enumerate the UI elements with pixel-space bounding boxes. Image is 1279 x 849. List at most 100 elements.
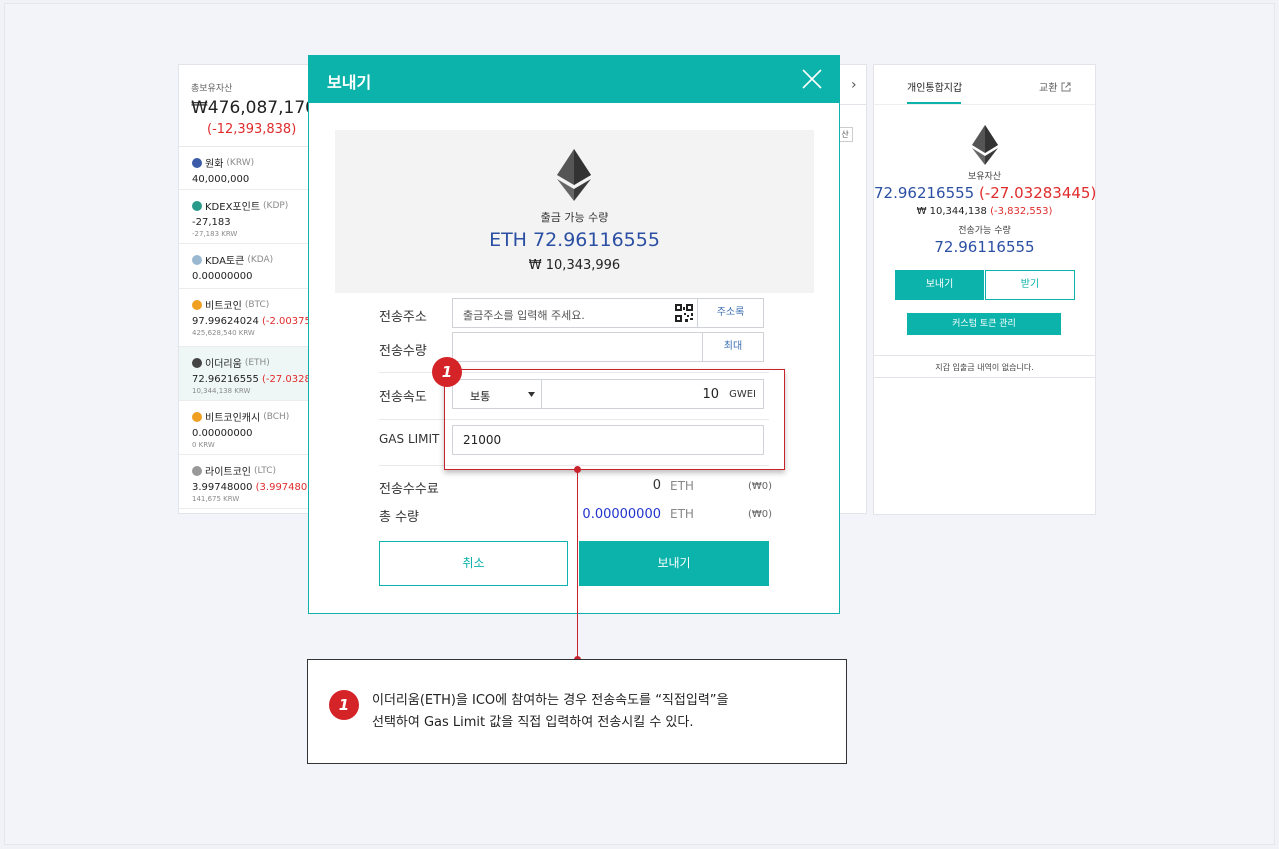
asset-list-panel: 총보유자산 ₩476,087,170 (-12,393,838) 원화 (KRW)… <box>178 64 313 514</box>
cancel-button[interactable]: 취소 <box>379 541 568 586</box>
coin-balance-value: 0.00000000 <box>192 271 253 282</box>
coin-icon <box>192 299 202 310</box>
coin-name: 비트코인캐시 (BCH) <box>192 409 312 424</box>
divider <box>874 355 1095 356</box>
coin-name: 비트코인 (BTC) <box>192 297 312 312</box>
address-book-button[interactable]: 주소록 <box>697 298 764 328</box>
send-modal: 보내기 출금 가능 수량 ETH 72.96116555 ₩ 10,343,99… <box>308 55 840 614</box>
coin-row[interactable]: KDEX포인트 (KDP) -27,183 -27,183 KRW <box>179 190 312 244</box>
coin-code: (KDA) <box>247 254 274 265</box>
coin-code: (ETH) <box>244 357 270 368</box>
coin-row[interactable]: KDA토큰 (KDA) 0.00000000 <box>179 244 312 289</box>
coin-name-label: 이더리움 <box>205 359 242 370</box>
total-value: 0.00000000 <box>582 507 661 522</box>
gas-settings-highlight <box>444 369 785 470</box>
coin-name-label: KDEX포인트 <box>205 202 261 213</box>
coin-name: 이더리움 (ETH) <box>192 355 312 370</box>
coin-krw-value: 0 KRW <box>192 441 215 449</box>
external-link-icon <box>1061 82 1071 92</box>
coin-balance-value: -27,183 <box>192 217 231 228</box>
holdings-label: 보유자산 <box>967 172 1002 182</box>
coin-balance: -27,183 <box>192 217 312 228</box>
holdings-amount-value: 72.96216555 <box>874 184 975 202</box>
coin-balance: 40,000,000 <box>192 174 312 185</box>
coin-krw-value: 10,344,138 KRW <box>192 387 251 395</box>
coin-balance-delta: (3.997480 <box>255 482 308 493</box>
coin-balance: 72.96216555 (-27.03283 <box>192 374 312 385</box>
total-label: 총 수량 <box>379 510 420 525</box>
coin-icon <box>192 357 202 368</box>
annotation-note: 1 이더리움(ETH)을 ICO에 참여하는 경우 전송속도를 “직접입력”을 … <box>307 659 847 764</box>
close-icon[interactable] <box>801 68 823 90</box>
coin-row[interactable]: 원화 (KRW) 40,000,000 <box>179 147 312 190</box>
coin-row[interactable]: 이더리움클래식(ETC) <box>179 509 312 513</box>
annotation-connector <box>577 470 578 660</box>
custom-token-button[interactable]: 커스텀 토큰 관리 <box>907 313 1061 335</box>
send-button[interactable]: 보내기 <box>579 541 769 586</box>
coin-balance: 97.99624024 (-2.003759 <box>192 316 312 327</box>
available-label: 출금 가능 수량 <box>540 211 609 224</box>
available-krw: ₩ 10,343,996 <box>528 258 621 273</box>
coin-name-label: 라이트코인 <box>205 467 251 478</box>
coin-row[interactable]: 라이트코인 (LTC) 3.99748000 (3.997480 141,675 KR… <box>179 455 312 509</box>
coin-krw-value: -27,183 KRW <box>192 230 238 238</box>
coin-icon <box>192 465 202 476</box>
address-label: 전송주소 <box>379 310 427 325</box>
speed-label: 전송속도 <box>379 390 427 405</box>
amount-input[interactable] <box>452 332 703 362</box>
fee-label: 전송수수료 <box>379 482 439 497</box>
ethereum-logo-icon <box>557 149 591 201</box>
holdings-amount: 72.96216555 (-27.03283445) <box>874 184 1097 202</box>
coin-name-label: 비트코인캐시 <box>205 413 261 424</box>
coin-balance-delta: (-2.003759 <box>262 316 312 327</box>
total-assets-value: ₩476,087,170 <box>191 98 313 118</box>
connector-dot-top <box>574 466 581 473</box>
coin-balance-value: 3.99748000 <box>192 482 253 493</box>
address-placeholder: 출금주소를 입력해 주세요. <box>463 309 585 322</box>
divider <box>874 377 1095 378</box>
coin-code: (KRW) <box>226 157 255 168</box>
coin-icon <box>192 254 202 265</box>
coin-balance-value: 40,000,000 <box>192 174 250 185</box>
coin-code: (BTC) <box>244 299 270 310</box>
coin-icon <box>192 200 202 211</box>
holdings-krw: ₩ 10,344,138 (-3,832,553) <box>874 206 1095 217</box>
gas-limit-label: GAS LIMIT <box>379 432 440 446</box>
coin-row[interactable]: 비트코인 (BTC) 97.99624024 (-2.003759 425,628,5… <box>179 289 312 347</box>
annotation-note-text: 이더리움(ETH)을 ICO에 참여하는 경우 전송속도를 “직접입력”을 선택… <box>372 690 728 734</box>
address-input[interactable]: 출금주소를 입력해 주세요. <box>452 298 698 328</box>
wallet-send-button[interactable]: 보내기 <box>895 270 984 300</box>
total-unit: ETH <box>670 507 694 521</box>
fee-unit: ETH <box>670 479 694 493</box>
coin-name: KDEX포인트 (KDP) <box>192 198 312 213</box>
coin-code: (BCH) <box>263 411 290 422</box>
coin-row[interactable]: 비트코인캐시 (BCH) 0.00000000 0 KRW <box>179 401 312 455</box>
holdings-krw-value: ₩ 10,344,138 <box>916 206 987 217</box>
tab-integrated-wallet[interactable]: 개인통합지갑 <box>907 79 962 94</box>
coin-code: (LTC) <box>254 465 277 476</box>
coin-row[interactable]: 이더리움 (ETH) 72.96216555 (-27.03283 10,344,13… <box>179 347 312 401</box>
modal-title: 보내기 <box>327 73 372 92</box>
ethereum-logo-icon <box>972 125 998 165</box>
coin-name-label: 비트코인 <box>205 301 242 312</box>
annotation-note-line: 선택하여 Gas Limit 값을 직접 입력하여 전송시킬 수 있다. <box>372 715 694 730</box>
coin-balance-value: 0.00000000 <box>192 428 253 439</box>
qr-code-icon[interactable] <box>675 304 693 322</box>
chevron-right-icon[interactable]: › <box>851 77 857 93</box>
coin-balance-value: 72.96216555 <box>192 374 259 385</box>
coin-balance: 3.99748000 (3.997480 <box>192 482 312 493</box>
holdings-amount-delta: (-27.03283445) <box>978 184 1097 202</box>
total-assets-delta: (-12,393,838) <box>207 122 297 137</box>
wallet-receive-button[interactable]: 받기 <box>985 270 1075 300</box>
wallet-tabs: 개인통합지갑 교환 <box>874 65 1095 105</box>
coin-krw-value: 141,675 KRW <box>192 495 240 503</box>
total-krw: (₩0) <box>748 509 773 520</box>
tab-exchange[interactable]: 교환 <box>1039 79 1071 94</box>
max-button[interactable]: 최대 <box>702 332 764 362</box>
amount-label: 전송수량 <box>379 344 427 359</box>
holdings-krw-delta: (-3,832,553) <box>990 206 1053 217</box>
annotation-badge: 1 <box>432 357 462 387</box>
transferable-label: 전송가능 수량 <box>958 226 1011 236</box>
annotation-note-line: 이더리움(ETH)을 ICO에 참여하는 경우 전송속도를 “직접입력”을 <box>372 693 729 708</box>
coin-name: KDA토큰 (KDA) <box>192 252 312 267</box>
